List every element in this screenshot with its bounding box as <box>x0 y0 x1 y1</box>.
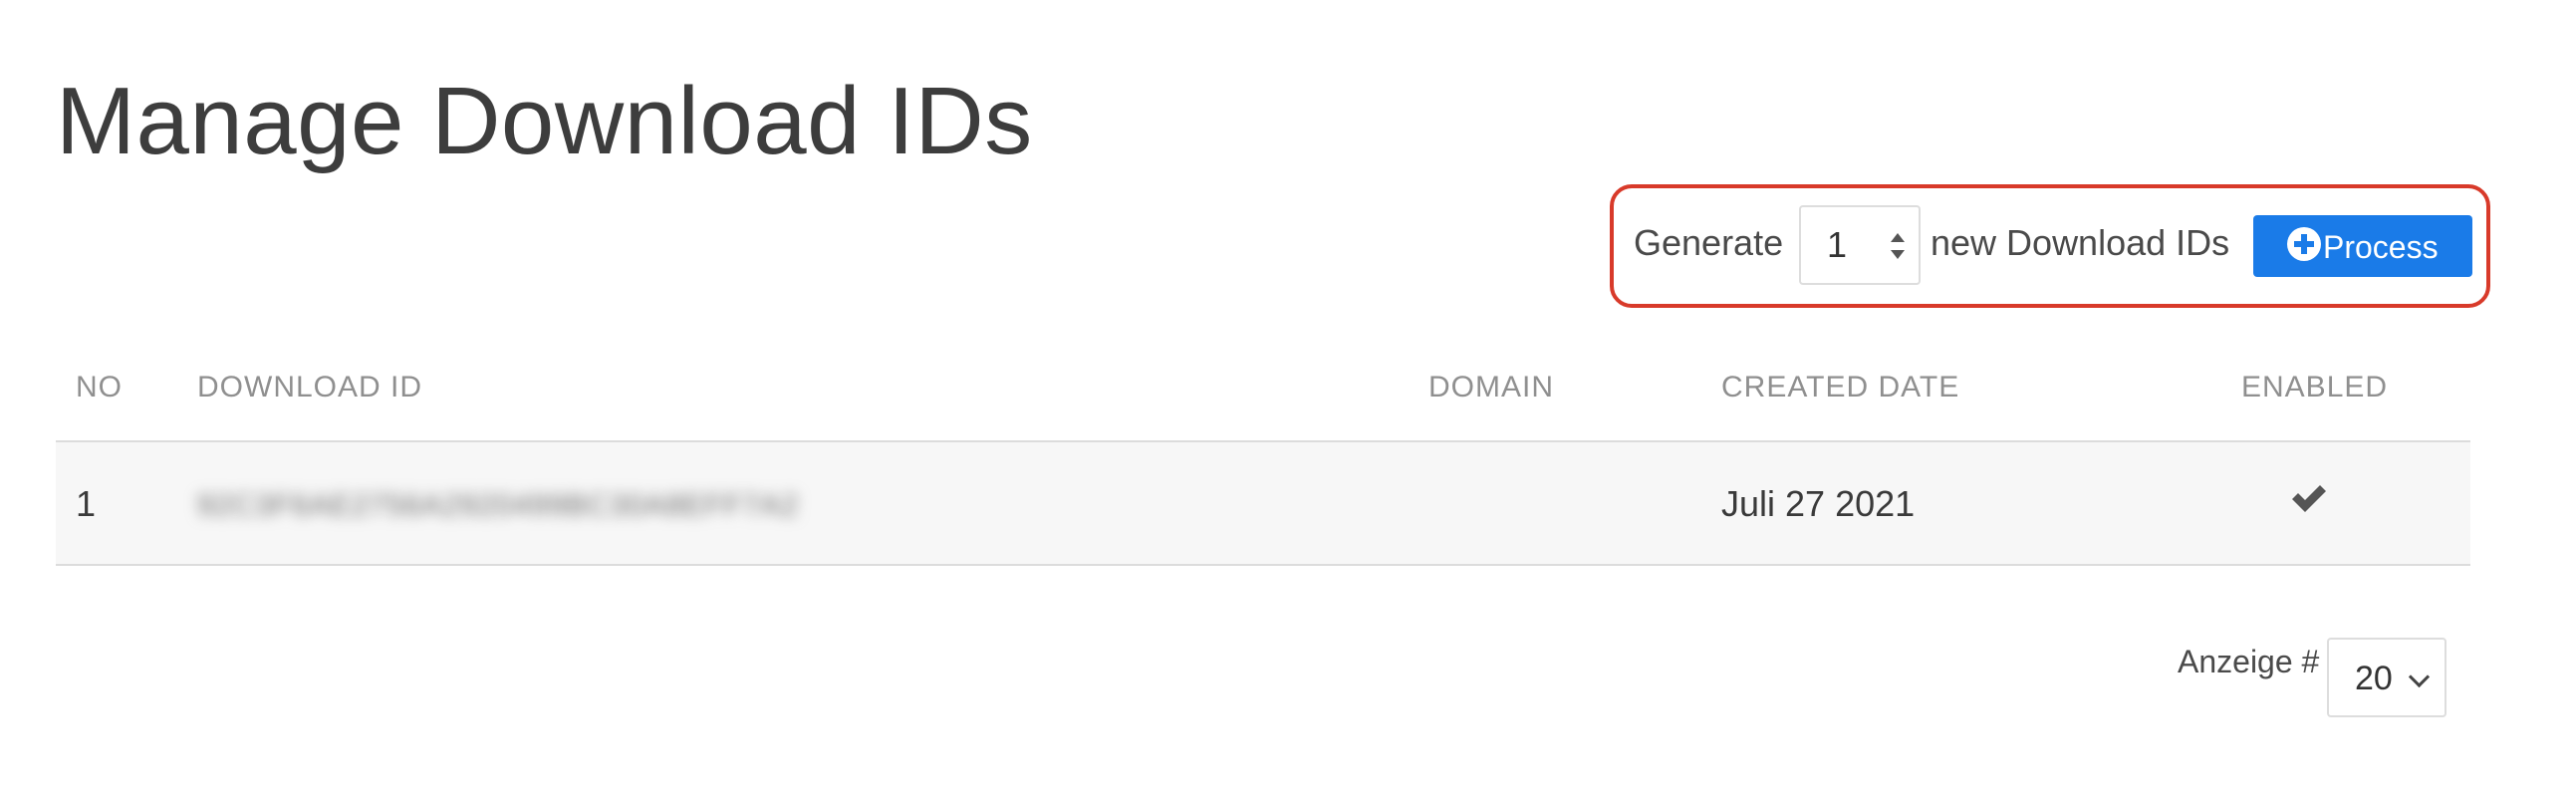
process-button-label: Process <box>2323 229 2439 265</box>
stepper-up-icon[interactable] <box>1891 233 1905 242</box>
chevron-down-icon[interactable] <box>2408 666 2431 688</box>
page-size-select[interactable]: 20 <box>2327 638 2447 717</box>
column-header-domain[interactable]: DOMAIN <box>1428 369 1554 406</box>
generate-count-stepper[interactable]: 1 <box>1799 205 1921 285</box>
stepper-arrows-icon[interactable] <box>1891 231 1905 261</box>
plus-circle-icon <box>2287 227 2321 261</box>
process-button[interactable]: Process <box>2253 215 2472 277</box>
row-created-date: Juli 27 2021 <box>1721 483 1916 524</box>
page-title: Manage Download IDs <box>56 68 1033 174</box>
column-header-enabled[interactable]: ENABLED <box>2241 369 2388 406</box>
page-size-label: Anzeige # <box>2178 644 2320 679</box>
page-size-value[interactable]: 20 <box>2355 658 2393 699</box>
stepper-down-icon[interactable] <box>1891 250 1905 259</box>
page: Manage Download IDs Generate 1 new Downl… <box>0 0 2576 801</box>
row-no: 1 <box>76 483 97 524</box>
row-download-id: 92C3F6AE2756A2920499BC30A8EFF7A2 <box>197 489 800 522</box>
column-header-download-id[interactable]: DOWNLOAD ID <box>197 369 422 406</box>
column-header-no[interactable]: NO <box>76 369 123 406</box>
column-header-created-date[interactable]: CREATED DATE <box>1721 369 1959 406</box>
generate-count-value[interactable]: 1 <box>1827 223 1847 267</box>
table-row: 1 92C3F6AE2756A2920499BC30A8EFF7A2 Juli … <box>56 442 2470 566</box>
generate-suffix-label: new Download IDs <box>1931 222 2230 263</box>
generate-label: Generate <box>1634 222 1784 263</box>
check-icon <box>2292 485 2326 512</box>
